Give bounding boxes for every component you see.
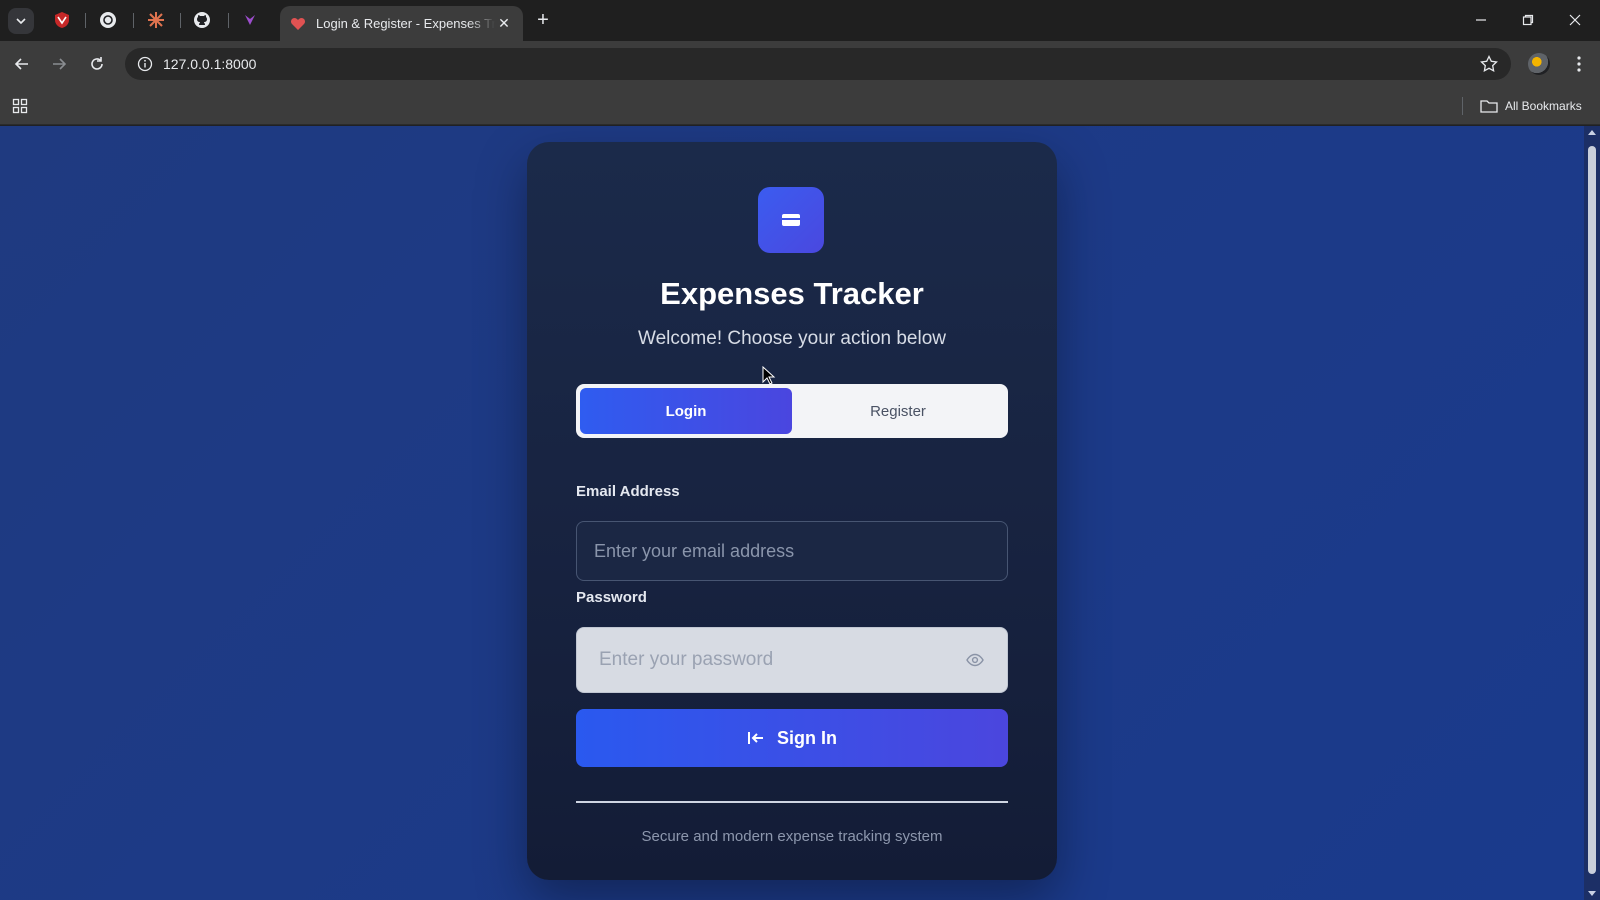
- site-info-icon[interactable]: [135, 54, 155, 74]
- password-field[interactable]: Enter your password: [576, 627, 1008, 693]
- scroll-down-arrow-icon[interactable]: [1588, 891, 1596, 896]
- page-title: Expenses Tracker: [660, 276, 924, 311]
- pinned-tab-claude-icon[interactable]: [146, 10, 166, 30]
- forward-arrow-icon[interactable]: [47, 52, 71, 76]
- tab-search-chevron-icon[interactable]: [8, 8, 34, 34]
- scroll-up-arrow-icon[interactable]: [1588, 130, 1596, 135]
- pinned-tab-openai-icon[interactable]: [98, 10, 118, 30]
- scrollbar-thumb[interactable]: [1588, 146, 1596, 874]
- all-bookmarks-label: All Bookmarks: [1505, 99, 1582, 113]
- new-tab-button[interactable]: +: [532, 9, 554, 31]
- address-bar[interactable]: 127.0.0.1:8000: [125, 48, 1511, 80]
- restore-icon[interactable]: [1516, 8, 1540, 32]
- minimize-icon[interactable]: [1469, 8, 1493, 32]
- page-viewport: Expenses Tracker Welcome! Choose your ac…: [0, 126, 1600, 900]
- close-window-icon[interactable]: [1563, 8, 1587, 32]
- email-placeholder: Enter your email address: [594, 540, 795, 561]
- email-label: Email Address: [576, 483, 680, 500]
- mouse-cursor-icon: [762, 366, 776, 385]
- tab-register[interactable]: Register: [792, 388, 1004, 434]
- heart-favicon-icon: [290, 16, 306, 32]
- pinned-tab-github-icon[interactable]: [192, 10, 212, 30]
- tab-separator: [180, 13, 181, 28]
- sign-in-icon: [747, 728, 767, 748]
- password-placeholder: Enter your password: [599, 649, 774, 670]
- tab-close-icon[interactable]: ✕: [495, 15, 513, 32]
- pinned-tab-sparkle-icon[interactable]: [240, 10, 260, 30]
- page-subtitle: Welcome! Choose your action below: [637, 328, 947, 349]
- tab-separator: [228, 13, 229, 28]
- page-scrollbar[interactable]: [1584, 126, 1600, 900]
- sign-in-label: Sign In: [777, 727, 837, 748]
- active-tab[interactable]: Login & Register - Expenses Tracker ✕: [280, 6, 523, 41]
- tab-separator: [85, 13, 86, 28]
- email-field[interactable]: Enter your email address: [576, 521, 1008, 581]
- folder-icon: [1480, 97, 1498, 115]
- all-bookmarks-button[interactable]: All Bookmarks: [1480, 96, 1582, 116]
- reload-icon[interactable]: [85, 52, 109, 76]
- footer-tagline: Secure and modern expense tracking syste…: [641, 828, 943, 845]
- auth-mode-toggle: Login Register: [576, 384, 1008, 438]
- kebab-menu-icon[interactable]: [1567, 52, 1591, 76]
- auth-card: Expenses Tracker Welcome! Choose your ac…: [527, 142, 1057, 880]
- credit-card-icon: [782, 214, 800, 226]
- app-logo: [758, 187, 824, 253]
- apps-grid-icon[interactable]: [10, 96, 30, 116]
- url-text[interactable]: 127.0.0.1:8000: [163, 56, 256, 72]
- browser-tab-strip: Login & Register - Expenses Tracker ✕ +: [0, 0, 1600, 41]
- eye-icon[interactable]: [965, 650, 985, 670]
- profile-avatar[interactable]: [1528, 53, 1550, 75]
- bookmarks-separator: [1462, 97, 1463, 115]
- tab-separator: [133, 13, 134, 28]
- active-tab-title: Login & Register - Expenses Tracker: [316, 16, 495, 31]
- divider: [576, 801, 1008, 803]
- password-label: Password: [576, 589, 647, 606]
- back-arrow-icon[interactable]: [10, 52, 34, 76]
- browser-toolbar: 127.0.0.1:8000: [0, 41, 1600, 87]
- bookmarks-bar: All Bookmarks: [0, 87, 1600, 125]
- pinned-tab-shield-icon[interactable]: [52, 10, 72, 30]
- sign-in-button[interactable]: Sign In: [576, 709, 1008, 767]
- bookmark-star-icon[interactable]: [1479, 54, 1499, 74]
- tab-login[interactable]: Login: [580, 388, 792, 434]
